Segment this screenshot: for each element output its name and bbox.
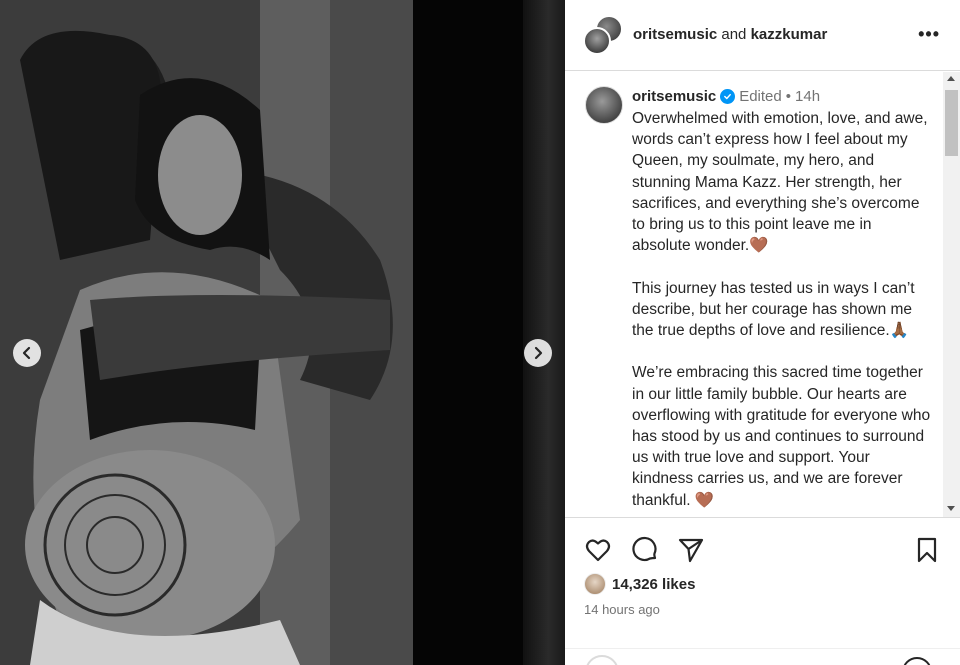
separator-dot: • — [785, 88, 792, 105]
likes-summary[interactable]: 14,326 likes — [584, 573, 695, 595]
verified-badge-icon — [720, 89, 736, 104]
likes-count[interactable]: 14,326 likes — [612, 576, 695, 593]
bookmark-icon[interactable] — [913, 536, 941, 564]
post-media — [0, 0, 565, 665]
caption-section: oritsemusic Edited • 14h Overwhelmed wit… — [565, 72, 960, 517]
post-time[interactable]: 14h — [795, 88, 820, 105]
post-header: oritsemusic and kazzkumar ••• — [565, 0, 960, 71]
post-timestamp[interactable]: 14 hours ago — [584, 602, 660, 617]
collab-avatars[interactable] — [583, 15, 623, 55]
caption-header: oritsemusic Edited • 14h — [632, 88, 820, 105]
scroll-up-arrow-icon[interactable] — [947, 76, 955, 81]
carousel-next-button[interactable] — [524, 339, 552, 367]
scroll-thumb[interactable] — [945, 90, 958, 156]
caption-scrollbar[interactable] — [943, 72, 960, 517]
media-gap — [413, 0, 523, 665]
add-comment-bar — [565, 648, 960, 665]
next-media-preview — [523, 0, 565, 665]
carousel-prev-button[interactable] — [13, 339, 41, 367]
post-actions: 14,326 likes 14 hours ago — [565, 517, 960, 665]
username-link[interactable]: oritsemusic — [633, 26, 717, 43]
instagram-post-modal: oritsemusic and kazzkumar ••• oritsemusi… — [0, 0, 960, 665]
username-link[interactable]: kazzkumar — [751, 26, 828, 43]
collab-usernames: oritsemusic and kazzkumar — [633, 26, 827, 43]
conjunction-text: and — [721, 26, 747, 43]
scroll-down-arrow-icon[interactable] — [947, 506, 955, 511]
more-options-button[interactable]: ••• — [918, 24, 940, 45]
emoji-icon[interactable] — [585, 655, 619, 665]
photo-illustration — [0, 0, 413, 665]
share-icon[interactable] — [677, 536, 705, 564]
chevron-right-icon — [534, 346, 543, 360]
caption-text: Overwhelmed with emotion, love, and awe,… — [632, 110, 931, 509]
comment-icon[interactable] — [631, 536, 659, 564]
avatar — [583, 27, 611, 55]
edited-label: Edited — [739, 88, 782, 105]
chevron-left-icon — [22, 346, 31, 360]
post-side-panel: oritsemusic and kazzkumar ••• oritsemusi… — [565, 0, 960, 665]
post-photo[interactable] — [0, 0, 413, 665]
heart-icon[interactable] — [584, 536, 612, 564]
avatar — [584, 573, 606, 595]
caption-username[interactable]: oritsemusic — [632, 88, 716, 105]
avatar[interactable] — [585, 86, 623, 124]
post-comment-icon[interactable] — [902, 657, 932, 665]
